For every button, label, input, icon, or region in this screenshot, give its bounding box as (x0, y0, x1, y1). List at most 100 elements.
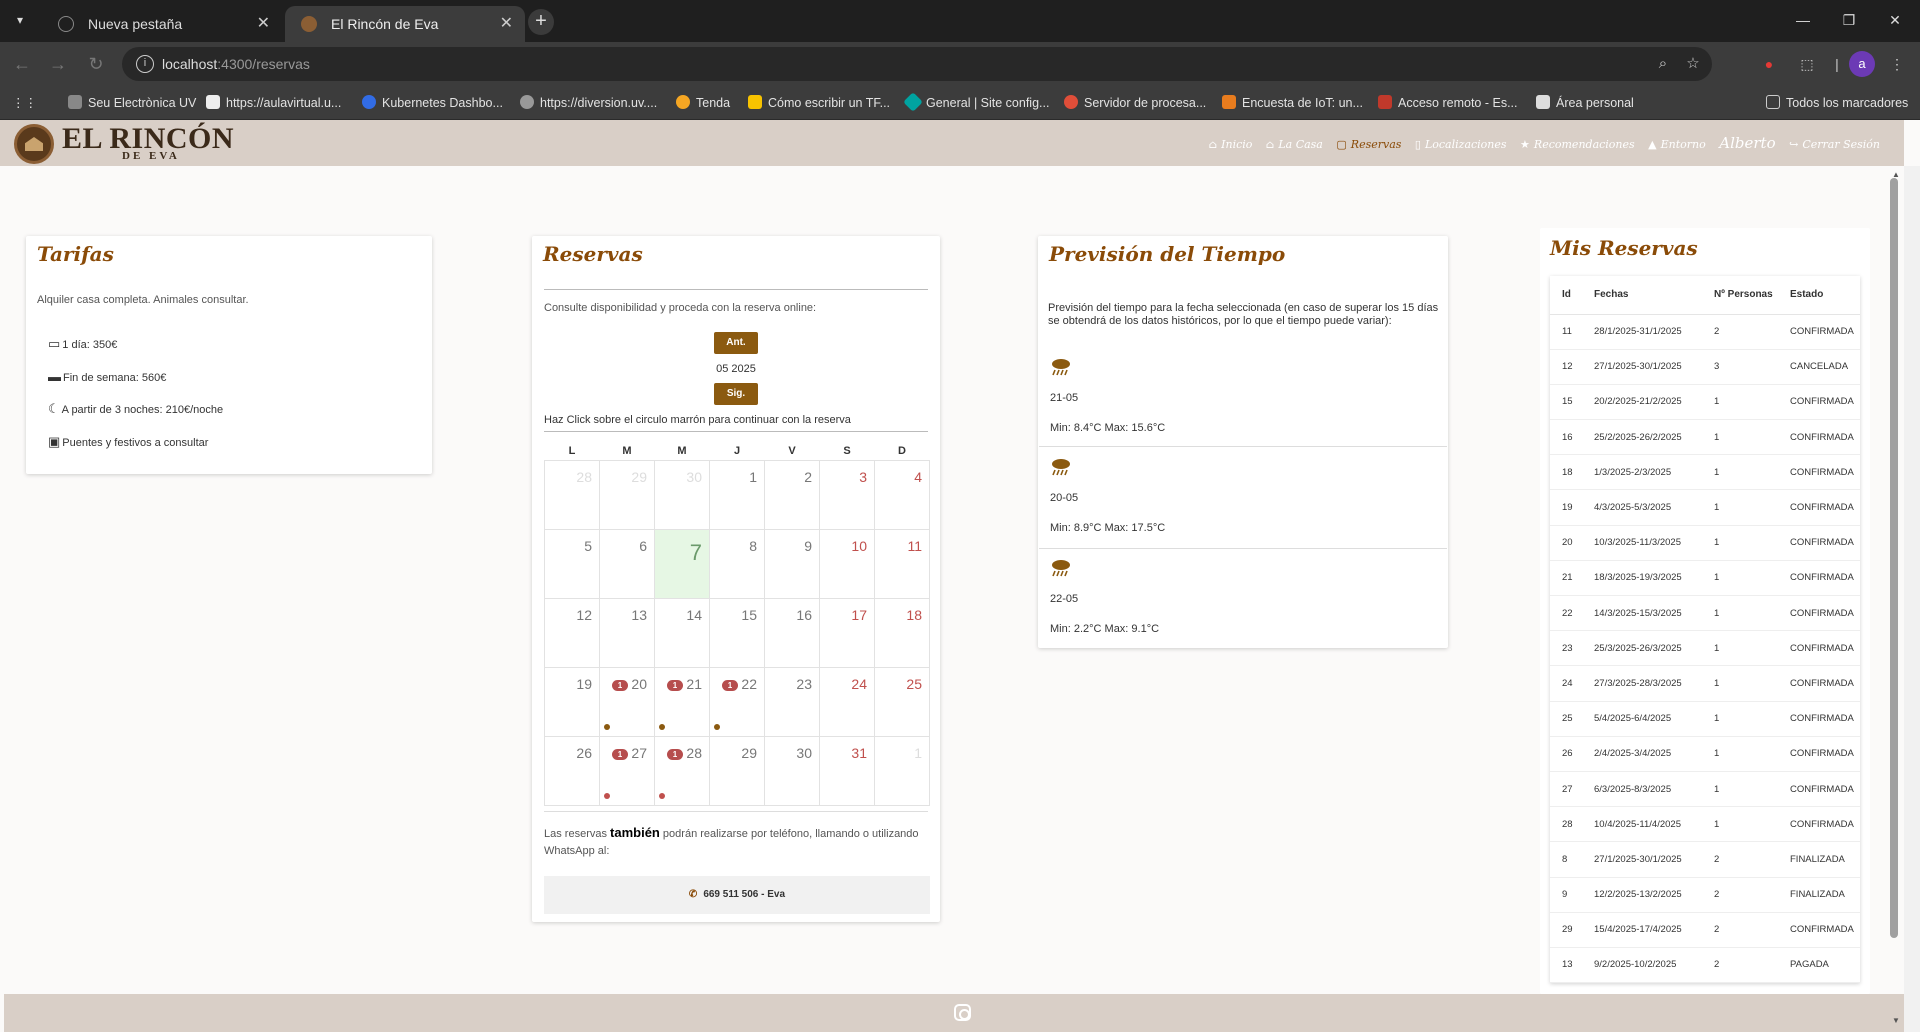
cell-id: 12 (1550, 349, 1582, 385)
calendar-day[interactable]: 15 (709, 597, 765, 668)
calendar-day[interactable]: 3 (819, 459, 875, 530)
bookmark-item[interactable]: Tenda (676, 86, 730, 120)
next-month-button[interactable]: Sig. (714, 383, 758, 405)
profile-avatar[interactable]: a (1849, 51, 1875, 77)
bookmark-item[interactable]: General | Site config... (903, 86, 1049, 120)
calendar-day[interactable]: 23 (764, 666, 820, 737)
scrollbar-thumb[interactable] (1890, 178, 1898, 938)
calendar-day[interactable]: 8 (709, 528, 765, 599)
calendar-day[interactable]: 11 (874, 528, 930, 599)
bookmark-item[interactable]: Encuesta de IoT: un... (1222, 86, 1363, 120)
address-bar[interactable]: i localhost:4300/reservas ⌕ ☆ (122, 47, 1712, 81)
close-icon[interactable]: ✕ (500, 6, 513, 42)
calendar-day[interactable]: 30 (764, 735, 820, 806)
calendar-day[interactable]: 5 (544, 528, 600, 599)
calendar-day[interactable]: 31 (819, 735, 875, 806)
nav-inicio[interactable]: ⌂ Inicio (1209, 138, 1253, 151)
bookmark-star-icon[interactable]: ☆ (1682, 53, 1704, 75)
calendar-day[interactable]: 22 1 (709, 666, 765, 737)
nav-cerrar-sesion[interactable]: ↪ Cerrar Sesión (1789, 138, 1880, 151)
nav-la-casa[interactable]: ⌂ La Casa (1266, 138, 1323, 151)
calendar-day[interactable]: 17 (819, 597, 875, 668)
nav-localizaciones[interactable]: ▯ Localizaciones (1415, 138, 1507, 151)
cell-estado: PAGADA (1778, 947, 1860, 984)
nav-entorno[interactable]: ▲ Entorno (1648, 138, 1706, 151)
new-tab-button[interactable]: + (528, 9, 554, 35)
calendar-day[interactable]: 4 (874, 459, 930, 530)
bookmark-item[interactable]: Área personal (1536, 86, 1634, 120)
reserve-circle-icon[interactable] (659, 723, 665, 730)
prev-month-button[interactable]: Ant. (714, 332, 758, 354)
cell-personas: 2 (1702, 314, 1778, 350)
calendar-day[interactable]: 25 (874, 666, 930, 737)
weekday-label: S (843, 444, 851, 457)
instagram-icon[interactable] (954, 1004, 971, 1021)
reserve-circle-icon[interactable] (604, 723, 610, 730)
tab-el-rincon-de-eva[interactable]: El Rincón de Eva ✕ (285, 6, 525, 42)
calendar-week-row: 5 6 7 8 9 10 11 (544, 528, 930, 599)
calendar-day[interactable]: 24 (819, 666, 875, 737)
calendar-day[interactable]: 12 (544, 597, 600, 668)
table-row: 15 20/2/2025-21/2/2025 1 CONFIRMADA (1550, 384, 1860, 421)
calendar-day[interactable]: 27 1 (599, 735, 655, 806)
cell-personas: 1 (1702, 630, 1778, 667)
calendar-day[interactable]: 21 1 (654, 666, 710, 737)
scroll-down-arrow[interactable]: ▼ (1891, 1016, 1901, 1025)
bookmark-item[interactable]: Acceso remoto - Es... (1378, 86, 1517, 120)
bookmark-item[interactable]: https://aulavirtual.u... (206, 86, 341, 120)
bookmark-item[interactable]: Seu Electrònica UV (68, 86, 196, 120)
weekday-label: J (733, 444, 741, 457)
phone-link[interactable]: ✆ 669 511 506 - Eva (544, 876, 930, 914)
calendar-day[interactable]: 2 (764, 459, 820, 530)
extension-icon[interactable]: ● (1758, 53, 1780, 75)
reserve-circle-icon[interactable] (714, 723, 720, 730)
calendar-day[interactable]: 16 (764, 597, 820, 668)
calendar-day[interactable]: 10 (819, 528, 875, 599)
day-number: 1 (914, 744, 922, 761)
restore-icon[interactable]: ❐ (1826, 0, 1872, 42)
page-scrollbar[interactable] (1904, 166, 1920, 1032)
cell-personas: 1 (1702, 736, 1778, 772)
tab-bar: ▾ Nueva pestaña ✕ El Rincón de Eva ✕ + —… (0, 0, 1920, 42)
home-icon: ⌂ (1208, 138, 1218, 151)
calendar-day[interactable]: 20 1 (599, 666, 655, 737)
calendar-day[interactable]: 1 (709, 459, 765, 530)
bookmark-item[interactable]: Cómo escribir un TF... (748, 86, 890, 120)
calendar-day[interactable]: 26 (544, 735, 600, 806)
back-arrow-icon[interactable]: ← (10, 52, 34, 76)
all-bookmarks-folder[interactable]: Todos los marcadores (1766, 86, 1908, 120)
bookmark-item[interactable]: Servidor de procesa... (1064, 86, 1206, 120)
bookmark-item[interactable]: https://diversion.uv.... (520, 86, 657, 120)
day-number: 3 (859, 468, 867, 485)
forward-arrow-icon[interactable]: → (46, 52, 70, 76)
extensions-puzzle-icon[interactable]: ⬚ (1796, 53, 1818, 75)
zoom-icon[interactable]: ⌕ (1652, 53, 1674, 75)
cell-estado: CONFIRMADA (1778, 595, 1860, 632)
tab-nueva-pestana[interactable]: Nueva pestaña ✕ (42, 6, 282, 42)
day-number: 6 (639, 537, 647, 554)
cell-personas: 1 (1702, 665, 1778, 702)
logo-house-icon[interactable] (14, 124, 54, 164)
calendar-day[interactable]: 29 (709, 735, 765, 806)
url-text[interactable]: localhost:4300/reservas (162, 47, 310, 81)
calendar-day-today[interactable]: 7 (654, 528, 710, 599)
nav-recomendaciones[interactable]: ★ Recomendaciones (1520, 138, 1635, 151)
calendar-day[interactable]: 13 (599, 597, 655, 668)
calendar-day[interactable]: 6 (599, 528, 655, 599)
divider (1039, 446, 1447, 447)
calendar-day[interactable]: 28 1 (654, 735, 710, 806)
calendar-day[interactable]: 18 (874, 597, 930, 668)
calendar-day[interactable]: 14 (654, 597, 710, 668)
tab-search-icon[interactable]: ▾ (8, 8, 32, 32)
window-close-icon[interactable]: ✕ (1872, 0, 1918, 42)
site-info-icon[interactable]: i (136, 55, 154, 73)
reload-icon[interactable]: ↻ (84, 52, 108, 76)
calendar-day[interactable]: 19 (544, 666, 600, 737)
close-icon[interactable]: ✕ (257, 6, 270, 42)
menu-dots-icon[interactable]: ⋮ (1886, 53, 1908, 75)
calendar-day[interactable]: 9 (764, 528, 820, 599)
minimize-icon[interactable]: — (1780, 0, 1826, 42)
bookmark-item[interactable]: Kubernetes Dashbo... (362, 86, 503, 120)
nav-reservas[interactable]: ▢ Reservas (1336, 138, 1401, 151)
apps-grid-icon[interactable]: ⋮⋮ (12, 86, 37, 120)
